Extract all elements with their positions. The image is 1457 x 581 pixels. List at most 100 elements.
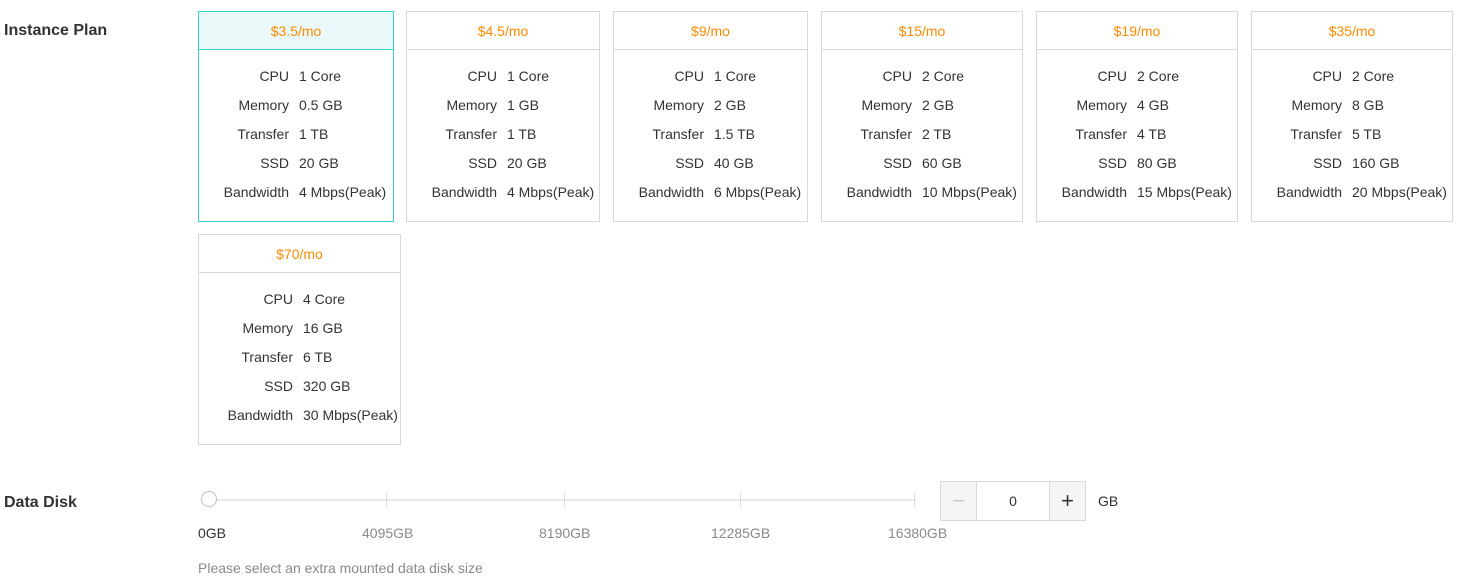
disk-slider-handle[interactable] xyxy=(201,491,217,507)
tick-label-3: 12285GB xyxy=(711,525,771,541)
spec-value: 2 GB xyxy=(714,97,746,113)
spec-value: 4 GB xyxy=(1137,97,1169,113)
tick-label-2: 8190GB xyxy=(539,525,591,541)
plan-price: $19/mo xyxy=(1037,12,1237,50)
plan-spec-table: CPU 2 Core Memory 8 GB Transfer 5 TB SSD 160 GB… xyxy=(1252,68,1452,213)
spec-value: 1.5 TB xyxy=(714,126,755,142)
spec-row: Transfer 5 TB xyxy=(1252,126,1452,155)
spec-label: SSD xyxy=(1098,155,1127,171)
spec-row: Transfer 2 TB xyxy=(822,126,1022,155)
plan-price: $3.5/mo xyxy=(199,12,393,50)
spec-value: 16 GB xyxy=(303,320,343,336)
spec-value: 4 Mbps(Peak) xyxy=(299,184,387,200)
spec-row: SSD 20 GB xyxy=(199,155,393,184)
plan-price: $35/mo xyxy=(1252,12,1452,50)
spec-value: 60 GB xyxy=(922,155,962,171)
plan-card[interactable]: $19/mo CPU 2 Core Memory 4 GB Transfer 4 TB SSD… xyxy=(1036,11,1238,222)
spec-row: Bandwidth 20 Mbps(Peak) xyxy=(1252,184,1452,213)
plan-card[interactable]: $9/mo CPU 1 Core Memory 2 GB Transfer 1.5 TB SS… xyxy=(613,11,808,222)
plan-card[interactable]: $35/mo CPU 2 Core Memory 8 GB Transfer 5 TB SSD… xyxy=(1251,11,1453,222)
spec-row: CPU 1 Core xyxy=(407,68,599,97)
spec-value: 20 Mbps(Peak) xyxy=(1352,184,1447,200)
spec-label: Memory xyxy=(242,320,293,336)
spec-value: 1 TB xyxy=(299,126,329,142)
spec-label: Memory xyxy=(446,97,497,113)
spec-row: SSD 60 GB xyxy=(822,155,1022,184)
spec-label: Memory xyxy=(1076,97,1127,113)
spec-row: Bandwidth 4 Mbps(Peak) xyxy=(407,184,599,213)
spec-row: Transfer 1 TB xyxy=(407,126,599,155)
spec-row: Memory 2 GB xyxy=(822,97,1022,126)
tick-label-1: 4095GB xyxy=(362,525,414,541)
spec-label: SSD xyxy=(675,155,704,171)
spec-row: Transfer 6 TB xyxy=(199,349,400,378)
spec-value: 5 TB xyxy=(1352,126,1382,142)
spec-value: 2 GB xyxy=(922,97,954,113)
spec-label: Transfer xyxy=(1075,126,1127,142)
spec-row: Transfer 1.5 TB xyxy=(614,126,807,155)
spec-row: SSD 160 GB xyxy=(1252,155,1452,184)
spec-row: Bandwidth 30 Mbps(Peak) xyxy=(199,407,400,436)
tick-label-4: 16380GB xyxy=(888,525,948,541)
spec-value: 40 GB xyxy=(714,155,754,171)
instance-plan-label: Instance Plan xyxy=(4,22,108,39)
spec-row: Bandwidth 10 Mbps(Peak) xyxy=(822,184,1022,213)
spec-value: 20 GB xyxy=(507,155,547,171)
spec-row: Transfer 4 TB xyxy=(1037,126,1237,155)
spec-label: Transfer xyxy=(237,126,289,142)
spec-value: 2 TB xyxy=(922,126,952,142)
spec-label: CPU xyxy=(1312,68,1342,84)
spec-label: Transfer xyxy=(1290,126,1342,142)
plan-card[interactable]: $4.5/mo CPU 1 Core Memory 1 GB Transfer 1 TB SS… xyxy=(406,11,600,222)
spec-value: 2 Core xyxy=(1352,68,1395,84)
spec-value: 160 GB xyxy=(1352,155,1400,171)
spec-value: 0.5 GB xyxy=(299,97,343,113)
spec-row: CPU 2 Core xyxy=(1252,68,1452,97)
spec-row: CPU 1 Core xyxy=(614,68,807,97)
spec-label: Bandwidth xyxy=(223,184,289,200)
spec-row: Bandwidth 4 Mbps(Peak) xyxy=(199,184,393,213)
spec-label: Memory xyxy=(1291,97,1342,113)
disk-hint: Please select an extra mounted data disk… xyxy=(198,560,483,576)
spec-value: 6 Mbps(Peak) xyxy=(714,184,802,200)
spec-label: Transfer xyxy=(652,126,704,142)
spec-row: Transfer 1 TB xyxy=(199,126,393,155)
spec-label: Transfer xyxy=(241,349,293,365)
spec-label: SSD xyxy=(260,155,289,171)
spec-row: Memory 2 GB xyxy=(614,97,807,126)
spec-value: 4 Mbps(Peak) xyxy=(507,184,595,200)
spec-value: 30 Mbps(Peak) xyxy=(303,407,398,423)
spec-row: Memory 8 GB xyxy=(1252,97,1452,126)
spec-row: CPU 2 Core xyxy=(1037,68,1237,97)
increment-button[interactable]: + xyxy=(1049,482,1085,520)
spec-label: CPU xyxy=(259,68,289,84)
slider-tick xyxy=(914,493,915,507)
disk-slider-track[interactable] xyxy=(210,499,916,501)
decrement-button[interactable]: − xyxy=(941,482,977,520)
spec-label: CPU xyxy=(263,291,293,307)
spec-row: Memory 4 GB xyxy=(1037,97,1237,126)
spec-label: Bandwidth xyxy=(1061,184,1127,200)
slider-tick xyxy=(564,493,565,507)
plan-spec-table: CPU 1 Core Memory 2 GB Transfer 1.5 TB SSD 40 G… xyxy=(614,68,807,213)
plan-card[interactable]: $70/mo CPU 4 Core Memory 16 GB Transfer 6 TB SS… xyxy=(198,234,401,445)
spec-label: CPU xyxy=(1097,68,1127,84)
plan-price: $70/mo xyxy=(199,235,400,273)
spec-label: Bandwidth xyxy=(1276,184,1342,200)
slider-tick xyxy=(740,493,741,507)
spec-label: SSD xyxy=(264,378,293,394)
spec-label: SSD xyxy=(468,155,497,171)
plan-card[interactable]: $3.5/mo CPU 1 Core Memory 0.5 GB Transfer 1 TB… xyxy=(198,11,394,222)
spec-value: 10 Mbps(Peak) xyxy=(922,184,1017,200)
disk-size-input[interactable] xyxy=(977,482,1049,520)
spec-value: 1 Core xyxy=(507,68,550,84)
plan-card[interactable]: $15/mo CPU 2 Core Memory 2 GB Transfer 2 TB SSD… xyxy=(821,11,1023,222)
spec-label: SSD xyxy=(1313,155,1342,171)
spec-label: Memory xyxy=(861,97,912,113)
spec-value: 80 GB xyxy=(1137,155,1177,171)
spec-label: Bandwidth xyxy=(431,184,497,200)
spec-row: Bandwidth 15 Mbps(Peak) xyxy=(1037,184,1237,213)
plan-spec-table: CPU 4 Core Memory 16 GB Transfer 6 TB SSD 320 G… xyxy=(199,291,400,436)
spec-row: SSD 40 GB xyxy=(614,155,807,184)
spec-label: CPU xyxy=(467,68,497,84)
